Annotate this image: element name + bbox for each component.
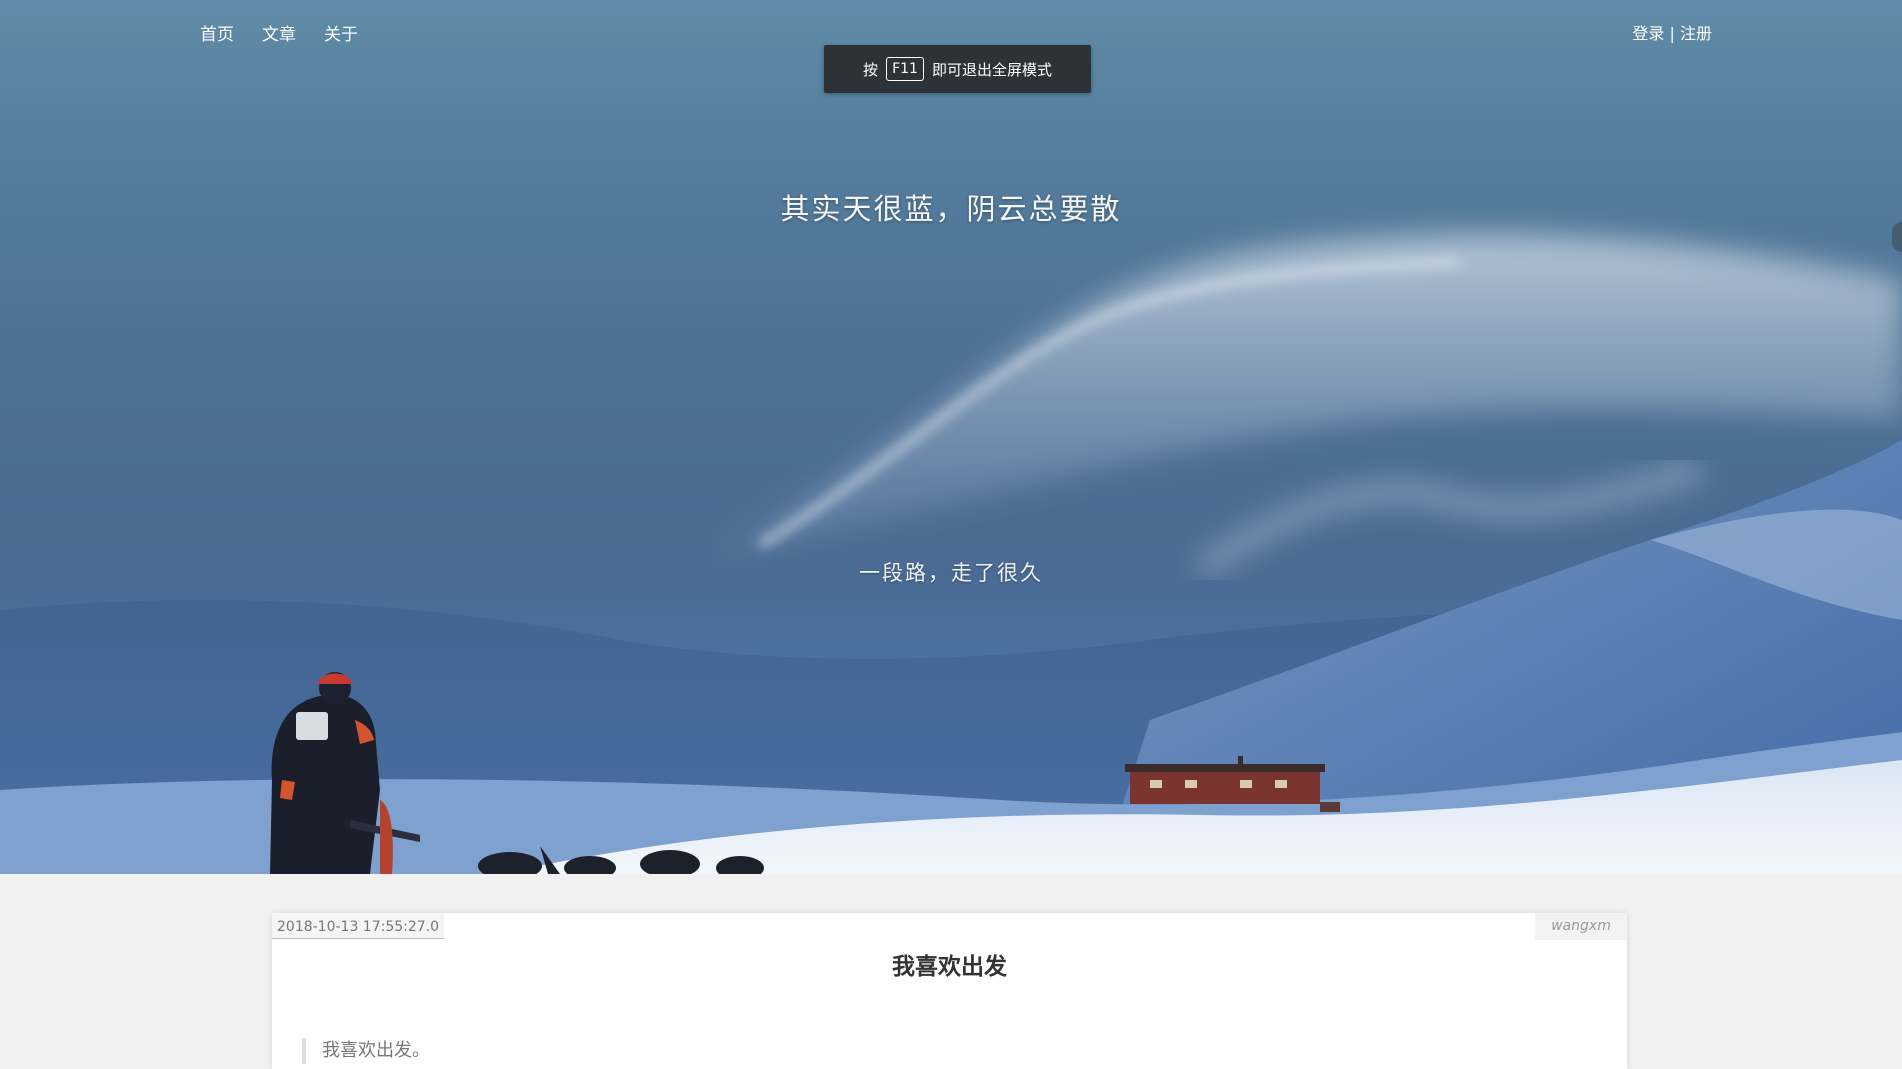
fullscreen-notice: 按 F11 即可退出全屏模式 xyxy=(824,45,1091,93)
fullscreen-notice-suffix: 即可退出全屏模式 xyxy=(931,60,1052,79)
post-title[interactable]: 我喜欢出发 xyxy=(272,947,1627,981)
post-card: 2018-10-13 17:55:27.0 wangxm 我喜欢出发 我喜欢出发… xyxy=(272,913,1627,1069)
auth-separator: | xyxy=(1664,24,1680,43)
nav-articles-link[interactable]: 文章 xyxy=(262,20,296,45)
nav-home-link[interactable]: 首页 xyxy=(200,20,234,45)
side-panel-handle[interactable] xyxy=(1892,222,1902,252)
post-date[interactable]: 2018-10-13 17:55:27.0 xyxy=(272,913,445,939)
hero-title: 其实天很蓝，阴云总要散 xyxy=(780,192,1122,226)
hero-banner: 首页 文章 关于 登录 | 注册 按 F11 即可退出全屏模式 其实天很蓝，阴云… xyxy=(0,0,1902,874)
hero-background-image xyxy=(0,234,1902,874)
post-author[interactable]: wangxm xyxy=(1535,913,1627,940)
login-link[interactable]: 登录 xyxy=(1632,24,1664,43)
main-nav: 首页 文章 关于 xyxy=(200,20,358,45)
auth-links: 登录 | 注册 xyxy=(1632,20,1712,44)
hero-subtitle: 一段路，走了很久 xyxy=(859,561,1043,585)
post-excerpt: 我喜欢出发。 xyxy=(302,1038,430,1064)
cabin-graphic xyxy=(1125,756,1340,812)
fullscreen-notice-prefix: 按 xyxy=(863,60,879,79)
f11-key-label: F11 xyxy=(886,57,924,81)
register-link[interactable]: 注册 xyxy=(1680,24,1712,43)
nav-about-link[interactable]: 关于 xyxy=(324,20,358,45)
